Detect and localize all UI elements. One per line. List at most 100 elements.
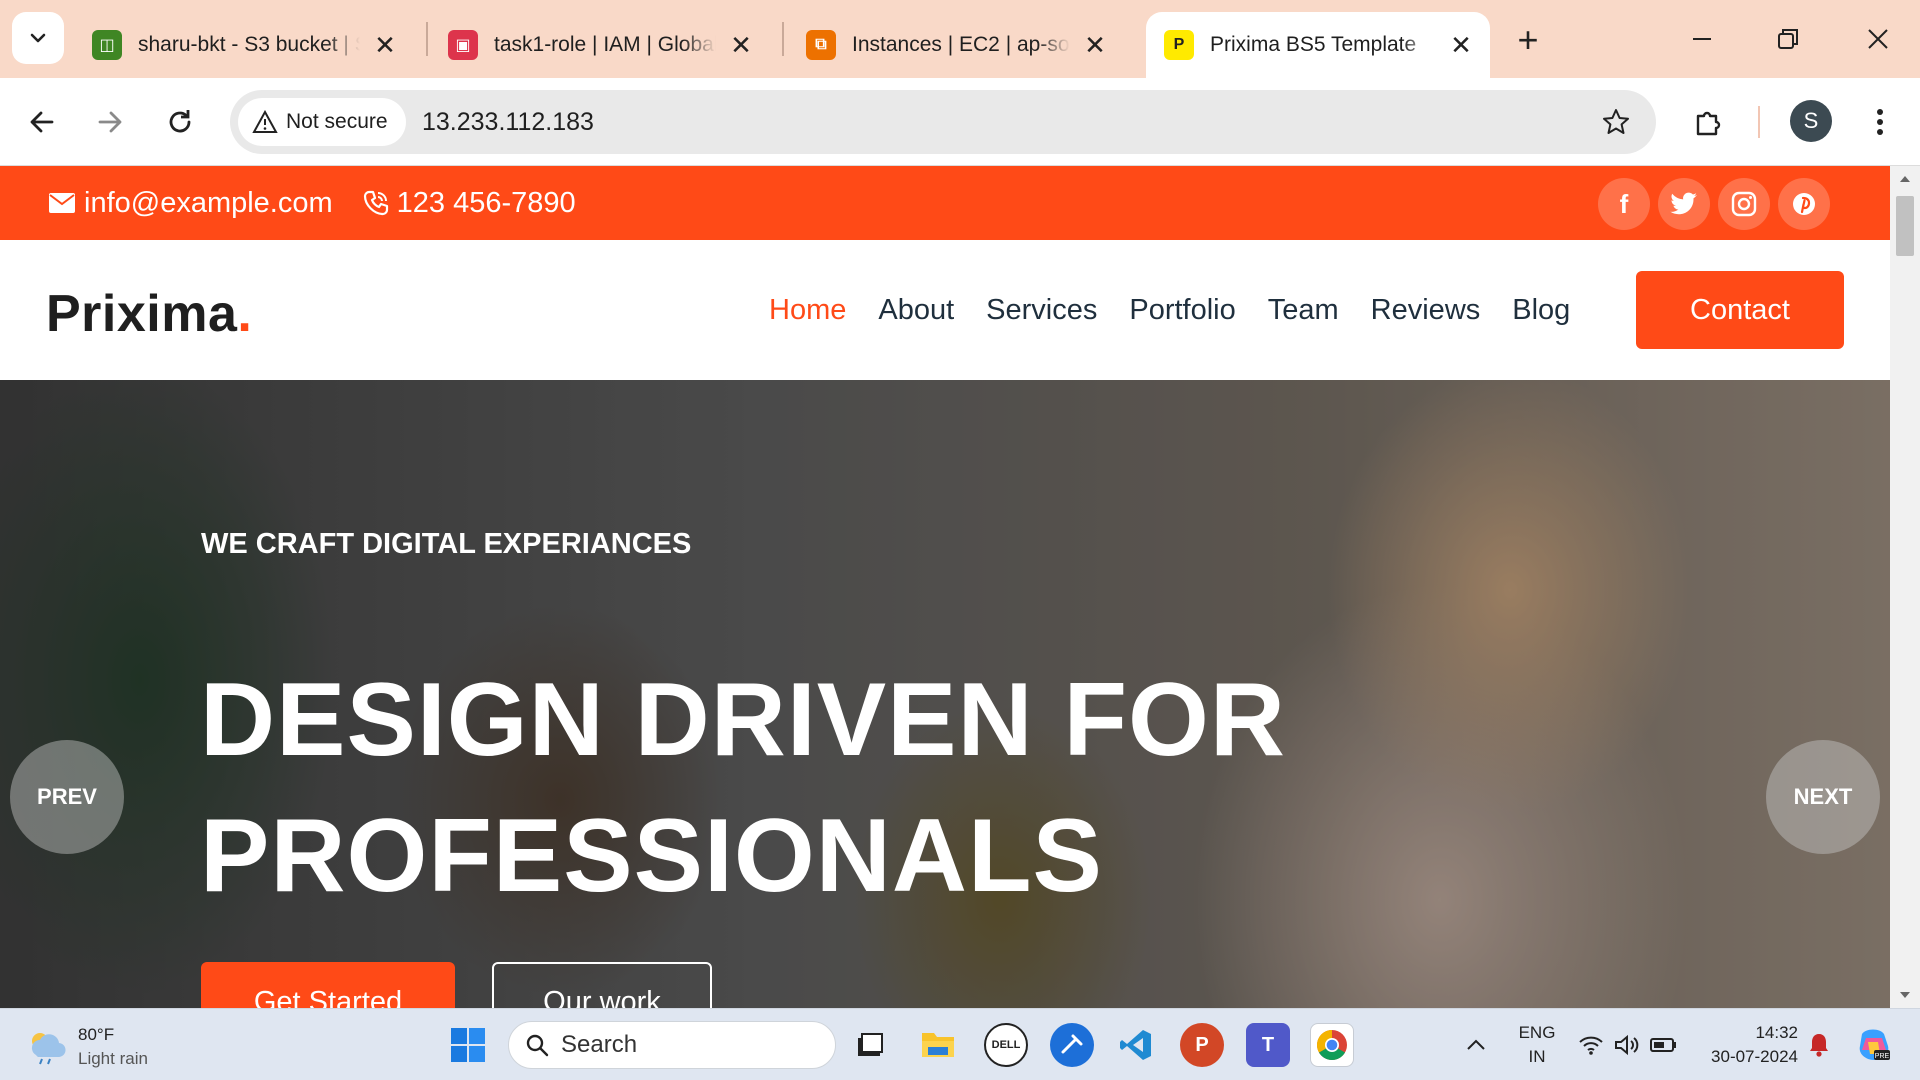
windows-logo-icon [451, 1028, 485, 1062]
tab-s3-bucket[interactable]: ◫ sharu-bkt - S3 bucket | S ✕ [74, 12, 414, 78]
tab-prixima[interactable]: P Prixima BS5 Template ✕ [1146, 12, 1490, 78]
carousel-next-button[interactable]: NEXT [1766, 740, 1880, 854]
browser-menu-button[interactable] [1856, 98, 1904, 146]
nav-blog[interactable]: Blog [1512, 294, 1570, 327]
s3-bucket-icon: ◫ [92, 30, 122, 60]
close-icon[interactable]: ✕ [370, 30, 400, 60]
hero-headline-line2: PROFESSIONALS [200, 798, 1103, 914]
copilot-icon[interactable]: PRE [1856, 1009, 1892, 1080]
volume-icon[interactable] [1614, 1009, 1640, 1080]
language-indicator[interactable]: ENG IN [1518, 1021, 1556, 1069]
extensions-button[interactable] [1684, 98, 1732, 146]
start-button[interactable] [450, 1027, 486, 1068]
search-icon [526, 1034, 549, 1057]
pinterest-icon[interactable] [1778, 178, 1830, 230]
arrow-left-icon [30, 111, 54, 133]
close-icon[interactable]: ✕ [726, 30, 756, 60]
nav-services[interactable]: Services [986, 294, 1097, 327]
windows-taskbar: 80°F Light rain Search DELL P T ENG IN 1… [0, 1008, 1920, 1080]
tab-separator [782, 22, 784, 56]
profile-avatar[interactable]: S [1790, 100, 1832, 142]
phone-icon [363, 190, 389, 216]
tab-strip: ◫ sharu-bkt - S3 bucket | S ✕ ▣ task1-ro… [0, 0, 1920, 78]
search-placeholder: Search [561, 1031, 638, 1058]
hero-headline-line1: DESIGN DRIVEN FOR [200, 662, 1286, 778]
minimize-icon [1693, 38, 1711, 40]
page-scrollbar[interactable] [1890, 166, 1920, 1008]
close-icon[interactable]: ✕ [1446, 30, 1476, 60]
site-info-button[interactable]: Not secure [238, 98, 406, 146]
browser-toolbar: Not secure 13.233.112.183 S [0, 78, 1920, 166]
nav-team[interactable]: Team [1268, 294, 1339, 327]
our-work-button[interactable]: Our work [492, 962, 712, 1008]
tab-search-button[interactable] [12, 12, 64, 64]
nav-about[interactable]: About [878, 294, 954, 327]
teams-icon[interactable]: T [1246, 1023, 1290, 1067]
back-button[interactable] [18, 98, 66, 146]
taskbar-search[interactable]: Search [508, 1021, 836, 1069]
restore-button[interactable] [1758, 14, 1818, 64]
nav-home[interactable]: Home [769, 294, 846, 327]
social-links: f [1598, 178, 1830, 230]
topbar: info@example.com 123 456-7890 f [0, 166, 1890, 240]
envelope-icon [48, 192, 76, 214]
restore-icon [1778, 29, 1798, 49]
tab-ec2-instances[interactable]: ⧉ Instances | EC2 | ap-south ✕ [788, 12, 1124, 78]
address-bar[interactable]: Not secure 13.233.112.183 [230, 90, 1656, 154]
tab-iam-role[interactable]: ▣ task1-role | IAM | Global ✕ [430, 12, 770, 78]
system-clock[interactable]: 14:32 30-07-2024 [1700, 1021, 1798, 1069]
clock-time: 14:32 [1755, 1023, 1798, 1042]
minimize-button[interactable] [1672, 14, 1732, 64]
instagram-icon[interactable] [1718, 178, 1770, 230]
get-started-button[interactable]: Get Started [201, 962, 455, 1008]
scroll-down-arrow-icon[interactable] [1890, 982, 1920, 1008]
topbar-email[interactable]: info@example.com [84, 187, 333, 220]
show-hidden-icons-button[interactable] [1466, 1009, 1486, 1080]
file-explorer-icon[interactable] [916, 1023, 960, 1067]
weather-widget[interactable]: 80°F Light rain [26, 1023, 148, 1071]
reload-button[interactable] [156, 98, 204, 146]
chrome-icon[interactable] [1310, 1023, 1354, 1067]
main-nav: Home About Services Portfolio Team Revie… [769, 240, 1602, 380]
rain-cloud-icon [31, 1033, 66, 1065]
iam-icon: ▣ [448, 30, 478, 60]
nav-portfolio[interactable]: Portfolio [1129, 294, 1235, 327]
scrollbar-thumb[interactable] [1896, 196, 1914, 256]
chevron-down-icon [30, 33, 46, 43]
notification-bell-icon[interactable] [1808, 1009, 1830, 1080]
facebook-icon[interactable]: f [1598, 178, 1650, 230]
page-viewport: info@example.com 123 456-7890 f Prixima.… [0, 166, 1890, 1008]
carousel-prev-button[interactable]: PREV [10, 740, 124, 854]
site-header: Prixima. Home About Services Portfolio T… [0, 240, 1890, 380]
vscode-icon[interactable] [1114, 1023, 1158, 1067]
region-code: IN [1528, 1047, 1546, 1066]
url-text[interactable]: 13.233.112.183 [422, 90, 594, 154]
tab-title: task1-role | IAM | Global [494, 33, 716, 56]
twitter-icon[interactable] [1658, 178, 1710, 230]
forward-button[interactable] [86, 98, 134, 146]
tab-title: sharu-bkt - S3 bucket | S [138, 33, 360, 56]
dell-icon[interactable]: DELL [984, 1023, 1028, 1067]
tab-title: Prixima BS5 Template [1210, 33, 1417, 56]
task-view-icon[interactable] [848, 1023, 892, 1067]
bookmark-star-icon[interactable] [1596, 102, 1636, 142]
weather-temp: 80°F [78, 1025, 115, 1044]
nav-reviews[interactable]: Reviews [1371, 294, 1481, 327]
battery-icon[interactable] [1650, 1009, 1678, 1080]
site-logo[interactable]: Prixima. [46, 284, 252, 344]
close-icon [1868, 29, 1888, 49]
close-window-button[interactable] [1848, 14, 1908, 64]
hero-headline: DESIGN DRIVEN FOR PROFESSIONALS [200, 652, 1286, 924]
prixima-favicon: P [1164, 30, 1194, 60]
powerpoint-icon[interactable]: P [1180, 1023, 1224, 1067]
remote-tool-icon[interactable] [1050, 1023, 1094, 1067]
contact-button[interactable]: Contact [1636, 271, 1844, 349]
scroll-up-arrow-icon[interactable] [1890, 166, 1920, 192]
new-tab-button[interactable]: + [1506, 18, 1550, 62]
wifi-icon[interactable] [1578, 1009, 1604, 1080]
close-icon[interactable]: ✕ [1080, 30, 1110, 60]
clock-date: 30-07-2024 [1711, 1047, 1798, 1066]
topbar-phone[interactable]: 123 456-7890 [397, 187, 576, 220]
ec2-icon: ⧉ [806, 30, 836, 60]
logo-text: Prixima [46, 285, 238, 343]
